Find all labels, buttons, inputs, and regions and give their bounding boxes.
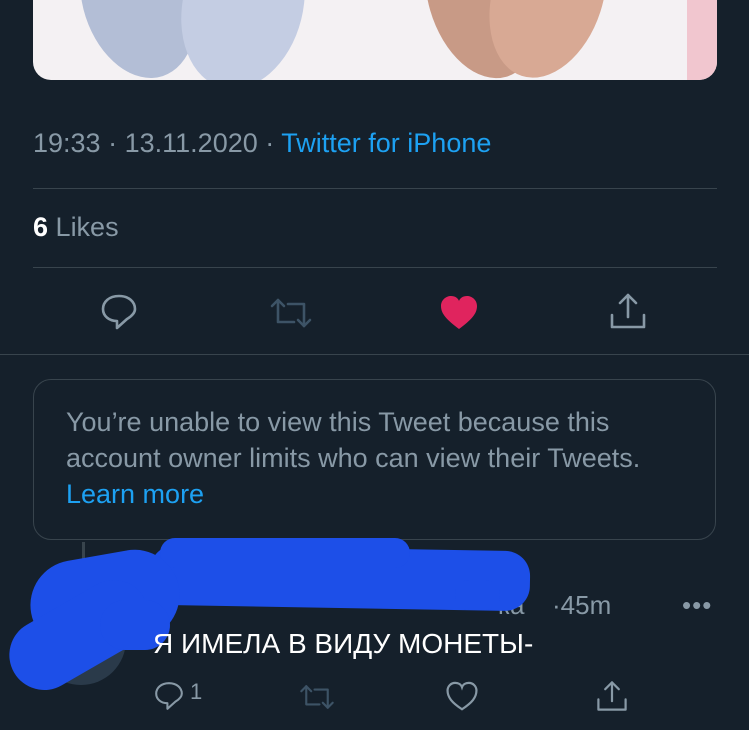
divider [33, 188, 717, 189]
reply-timestamp: ·45m [552, 590, 612, 620]
like-icon-filled[interactable] [437, 293, 481, 333]
tweet-date: 13.11.2020 [124, 128, 258, 158]
meta-separator: · [265, 128, 275, 158]
meta-separator: · [108, 128, 118, 158]
redaction-mark [455, 580, 500, 610]
tweet-media-image[interactable] [33, 0, 717, 80]
reply-comment-icon[interactable] [153, 680, 187, 714]
likes-label: Likes [55, 212, 119, 242]
learn-more-link[interactable]: Learn more [66, 479, 204, 509]
reply-like-icon[interactable] [445, 681, 481, 715]
tweet-meta: 19:33 · 13.11.2020 · Twitter for iPhone [33, 128, 491, 159]
redaction-mark [160, 538, 410, 568]
divider [33, 267, 717, 268]
likes-stat[interactable]: 6 Likes [33, 212, 119, 243]
tweet-client-link[interactable]: Twitter for iPhone [281, 128, 491, 158]
reply-share-icon[interactable] [595, 679, 631, 715]
retweet-icon[interactable] [268, 294, 314, 332]
image-edge [687, 0, 717, 80]
share-icon[interactable] [606, 290, 650, 332]
unavailable-tweet-notice: You’re unable to view this Tweet because… [33, 379, 716, 540]
notice-text: You’re unable to view this Tweet because… [66, 407, 641, 473]
likes-count: 6 [33, 212, 49, 242]
image-leg-left-2 [164, 0, 322, 80]
reply-retweet-icon[interactable] [298, 682, 336, 714]
tweet-time: 19:33 [33, 128, 101, 158]
comment-icon[interactable] [97, 292, 141, 332]
section-divider [0, 354, 749, 355]
reply-comment-count: 1 [190, 679, 203, 704]
reply-text: Я ИМЕЛА В ВИДУ МОНЕТЫ- [153, 628, 534, 659]
more-options-icon[interactable]: ••• [682, 590, 712, 621]
